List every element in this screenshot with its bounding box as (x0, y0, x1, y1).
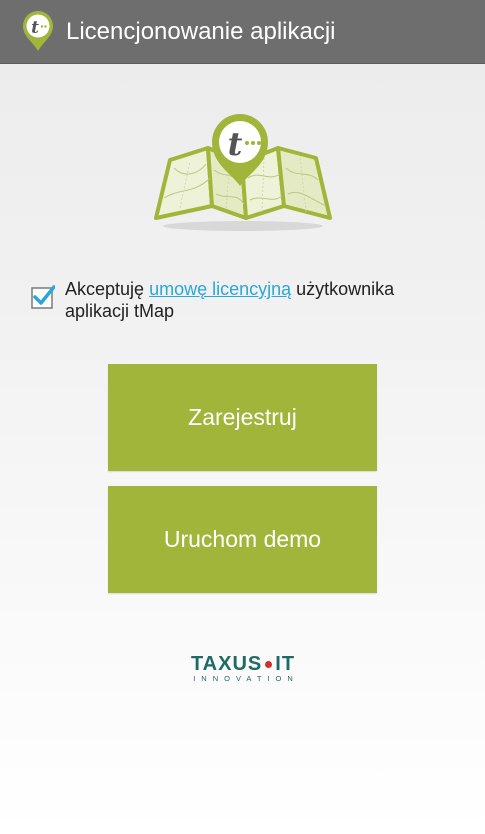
company-name: TAXUS IT (173, 654, 313, 674)
company-tagline: INNOVATION (193, 674, 299, 683)
license-agreement-link[interactable]: umowę licencyjną (149, 279, 291, 299)
run-demo-button[interactable]: Uruchom demo (108, 486, 377, 593)
svg-text:t: t (31, 18, 39, 38)
run-demo-button-label: Uruchom demo (163, 526, 322, 552)
action-bar: t Licencjonowanie aplikacji (0, 0, 485, 64)
company-name-left: TAXUS (190, 653, 263, 675)
action-bar-title: Licencjonowanie aplikacji (66, 18, 336, 45)
register-button[interactable]: Zarejestruj (108, 364, 377, 471)
license-agreement-text: Akceptuję umowę licencyjną użytkownika a… (65, 278, 445, 322)
license-text-prefix: Akceptuję (65, 279, 150, 299)
company-logo: TAXUS IT INNOVATION (173, 654, 313, 684)
company-logo-dot (265, 660, 273, 668)
tmap-pin-icon[interactable]: t (20, 10, 56, 52)
svg-text:t: t (228, 125, 243, 163)
register-button-label: Zarejestruj (188, 404, 297, 430)
company-name-right: IT (275, 653, 296, 675)
license-checkbox[interactable] (31, 285, 55, 309)
folded-map-with-pin-icon: t (154, 114, 332, 231)
